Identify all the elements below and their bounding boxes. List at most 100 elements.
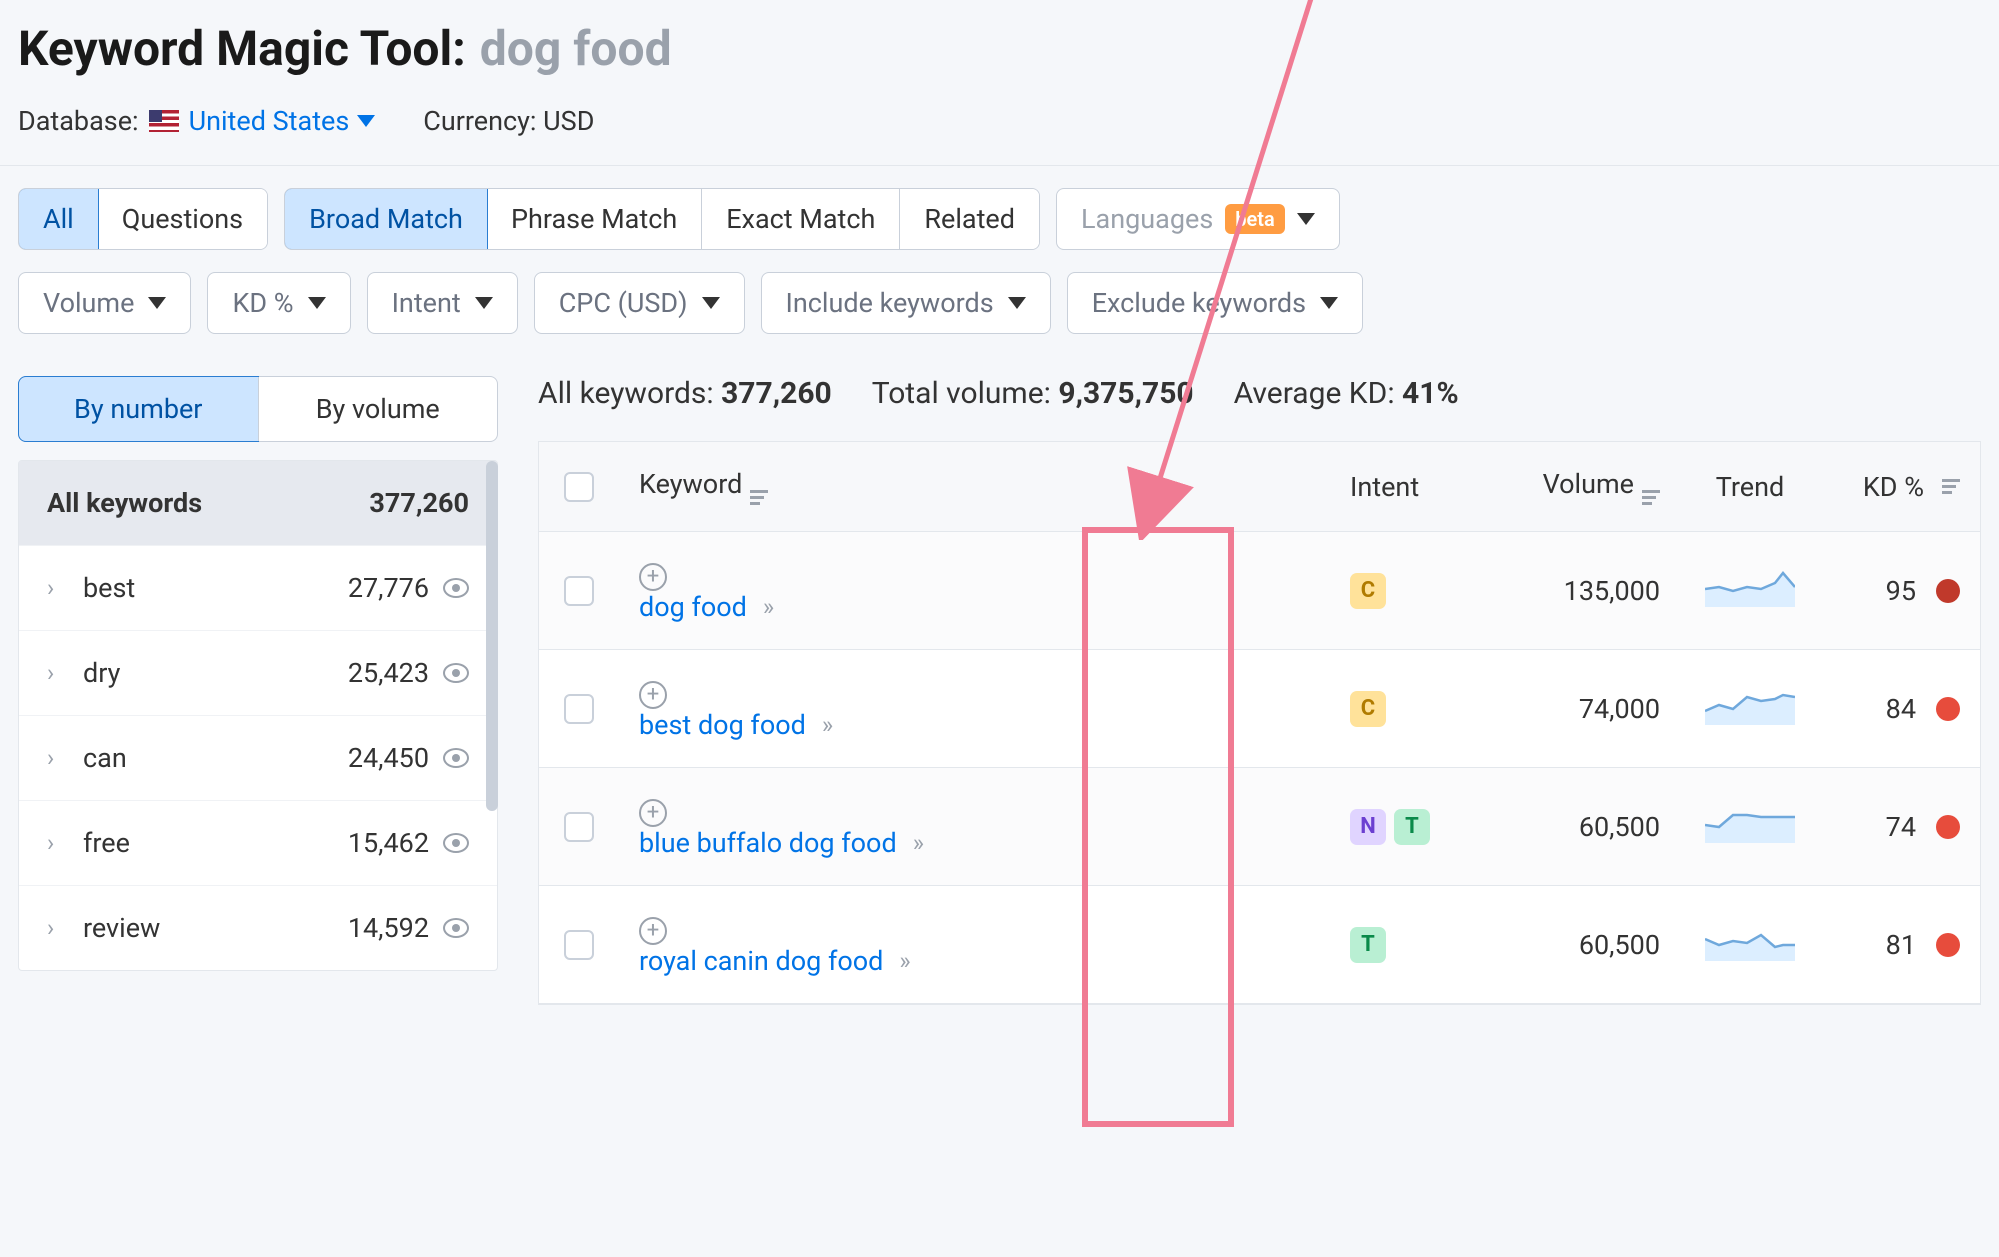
chevron-down-icon xyxy=(1320,297,1338,309)
expand-icon: » xyxy=(763,593,774,621)
expand-icon: » xyxy=(899,947,910,975)
kd-value: 95 xyxy=(1886,575,1916,607)
expand-icon: » xyxy=(913,829,924,857)
sort-icon xyxy=(750,490,768,505)
scope-all[interactable]: All xyxy=(18,188,99,250)
col-intent[interactable]: Intent xyxy=(1330,445,1480,529)
view-by-volume[interactable]: By volume xyxy=(258,377,498,441)
match-toggle: Broad Match Phrase Match Exact Match Rel… xyxy=(284,188,1040,250)
database-label: Database: xyxy=(18,105,139,137)
us-flag-icon xyxy=(149,110,179,132)
chevron-right-icon: › xyxy=(47,914,65,942)
eye-icon[interactable] xyxy=(443,833,469,853)
group-count: 15,462 xyxy=(348,827,429,859)
select-all-checkbox[interactable] xyxy=(564,472,594,502)
filter-cpc[interactable]: CPC (USD) xyxy=(534,272,745,334)
kd-dot-icon xyxy=(1936,579,1960,603)
col-kd[interactable]: KD % xyxy=(1820,445,1980,529)
col-volume[interactable]: Volume xyxy=(1480,442,1680,531)
main-panel: All keywords: 377,260 Total volume: 9,37… xyxy=(538,376,1981,1005)
eye-icon[interactable] xyxy=(443,748,469,768)
languages-dropdown[interactable]: Languages beta xyxy=(1056,188,1340,250)
row-checkbox[interactable] xyxy=(564,812,594,842)
table-row: +blue buffalo dog food» NT 60,500 74 xyxy=(539,768,1980,886)
filter-volume[interactable]: Volume xyxy=(18,272,191,334)
eye-icon[interactable] xyxy=(443,578,469,598)
intent-badge-T: T xyxy=(1394,809,1430,845)
beta-badge: beta xyxy=(1225,204,1284,234)
view-toggle: By number By volume xyxy=(18,376,498,442)
col-keyword[interactable]: Keyword xyxy=(619,442,1330,531)
match-exact[interactable]: Exact Match xyxy=(702,189,900,249)
keyword-link[interactable]: royal canin dog food» xyxy=(639,945,1310,977)
keyword-link[interactable]: blue buffalo dog food» xyxy=(639,827,1310,859)
currency-label: Currency: USD xyxy=(423,105,594,137)
group-count: 27,776 xyxy=(348,572,429,604)
keyword-link[interactable]: best dog food» xyxy=(639,709,1310,741)
sidebar-group-item[interactable]: › free 15,462 xyxy=(19,800,497,885)
match-broad[interactable]: Broad Match xyxy=(284,188,488,250)
group-name: dry xyxy=(83,657,120,689)
tool-name: Keyword Magic Tool: xyxy=(18,20,466,77)
table-header: Keyword Intent Volume Trend KD % xyxy=(539,442,1980,532)
scope-questions[interactable]: Questions xyxy=(98,189,267,249)
scrollbar[interactable] xyxy=(486,461,498,811)
eye-icon[interactable] xyxy=(443,663,469,683)
sidebar-group-item[interactable]: › review 14,592 xyxy=(19,885,497,970)
col-trend[interactable]: Trend xyxy=(1680,445,1820,529)
kd-dot-icon xyxy=(1936,933,1960,957)
kd-dot-icon xyxy=(1936,815,1960,839)
add-icon[interactable]: + xyxy=(639,917,667,945)
eye-icon[interactable] xyxy=(443,918,469,938)
row-checkbox[interactable] xyxy=(564,576,594,606)
table-row: +dog food» C 135,000 95 xyxy=(539,532,1980,650)
add-icon[interactable]: + xyxy=(639,681,667,709)
sidebar-group-item[interactable]: › best 27,776 xyxy=(19,545,497,630)
filter-include[interactable]: Include keywords xyxy=(761,272,1051,334)
group-name: free xyxy=(83,827,130,859)
add-icon[interactable]: + xyxy=(639,799,667,827)
sidebar-group-item[interactable]: ›dry 25,423 xyxy=(19,630,497,715)
keyword-table: Keyword Intent Volume Trend KD % +dog fo… xyxy=(538,441,1981,1005)
sidebar: By number By volume All keywords 377,260… xyxy=(18,376,498,1005)
group-name: best xyxy=(83,572,135,604)
volume-value: 60,500 xyxy=(1480,903,1680,987)
group-name: review xyxy=(83,912,160,944)
trend-sparkline xyxy=(1705,567,1795,607)
trend-sparkline xyxy=(1705,921,1795,961)
view-by-number[interactable]: By number xyxy=(18,376,259,442)
kd-value: 74 xyxy=(1886,811,1916,843)
chevron-down-icon xyxy=(357,115,375,127)
database-selector[interactable]: Database: United States xyxy=(18,105,375,137)
intent-badge-N: N xyxy=(1350,809,1386,845)
scope-toggle: All Questions xyxy=(18,188,268,250)
chevron-down-icon xyxy=(475,297,493,309)
chevron-down-icon xyxy=(1297,213,1315,225)
chevron-down-icon xyxy=(1008,297,1026,309)
chevron-right-icon: › xyxy=(47,574,65,602)
stats-row: All keywords: 377,260 Total volume: 9,37… xyxy=(538,376,1981,411)
match-phrase[interactable]: Phrase Match xyxy=(487,189,702,249)
chevron-right-icon: › xyxy=(47,829,65,857)
trend-sparkline xyxy=(1705,803,1795,843)
keyword-link[interactable]: dog food» xyxy=(639,591,1310,623)
filter-exclude[interactable]: Exclude keywords xyxy=(1067,272,1363,334)
chevron-down-icon xyxy=(148,297,166,309)
group-count: 14,592 xyxy=(348,912,429,944)
add-icon[interactable]: + xyxy=(639,563,667,591)
all-keywords-row[interactable]: All keywords 377,260 xyxy=(19,461,497,545)
row-checkbox[interactable] xyxy=(564,930,594,960)
sidebar-group-item[interactable]: ›can 24,450 xyxy=(19,715,497,800)
search-query: dog food xyxy=(480,20,672,77)
kd-value: 81 xyxy=(1886,929,1916,961)
table-row: +royal canin dog food» T 60,500 81 xyxy=(539,886,1980,1004)
filter-kd[interactable]: KD % xyxy=(207,272,350,334)
intent-badge-T: T xyxy=(1350,927,1386,963)
toolbar: All Questions Broad Match Phrase Match E… xyxy=(0,166,1999,356)
table-row: +best dog food» C 74,000 84 xyxy=(539,650,1980,768)
filter-intent[interactable]: Intent xyxy=(367,272,518,334)
match-related[interactable]: Related xyxy=(900,189,1039,249)
chevron-down-icon xyxy=(308,297,326,309)
chevron-right-icon: › xyxy=(47,744,65,772)
row-checkbox[interactable] xyxy=(564,694,594,724)
